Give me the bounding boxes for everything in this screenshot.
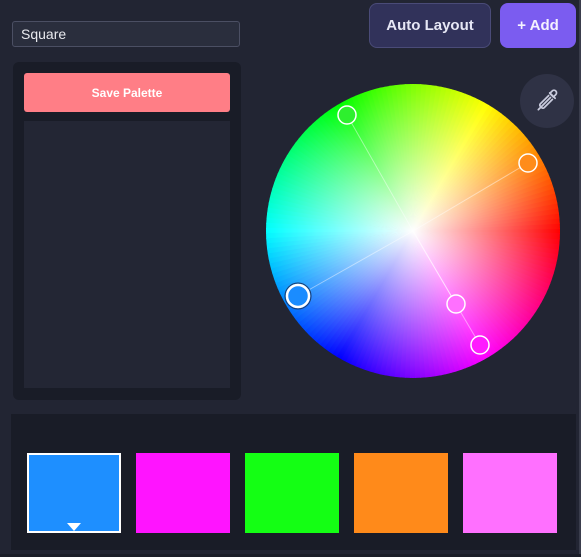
harmony-mode-select[interactable]: Square — [12, 21, 240, 47]
palette-panel: Save Palette — [13, 62, 241, 400]
add-color-button[interactable]: + Add — [500, 3, 576, 48]
selected-indicator-icon — [67, 523, 81, 531]
wheel-handle-pink[interactable] — [446, 294, 466, 314]
wheel-handle-blue[interactable] — [285, 283, 311, 309]
swatch-orange[interactable] — [354, 453, 448, 533]
swatch-blue[interactable] — [27, 453, 121, 533]
swatch-magenta[interactable] — [136, 453, 230, 533]
harmony-mode-value: Square — [21, 26, 67, 42]
add-color-label: + Add — [517, 17, 559, 34]
swatch-green[interactable] — [245, 453, 339, 533]
swatch-strip — [11, 414, 576, 550]
swatch-pink[interactable] — [463, 453, 557, 533]
color-wheel[interactable] — [266, 84, 560, 378]
save-palette-button[interactable]: Save Palette — [24, 73, 230, 112]
wheel-handle-magenta[interactable] — [470, 335, 490, 355]
auto-layout-button[interactable]: Auto Layout — [369, 3, 491, 48]
save-palette-label: Save Palette — [91, 85, 163, 100]
color-wheel-canvas[interactable] — [266, 84, 560, 378]
wheel-handle-orange[interactable] — [518, 153, 538, 173]
saved-palettes-list[interactable] — [24, 121, 230, 388]
auto-layout-label: Auto Layout — [386, 17, 474, 34]
wheel-handle-green[interactable] — [337, 105, 357, 125]
